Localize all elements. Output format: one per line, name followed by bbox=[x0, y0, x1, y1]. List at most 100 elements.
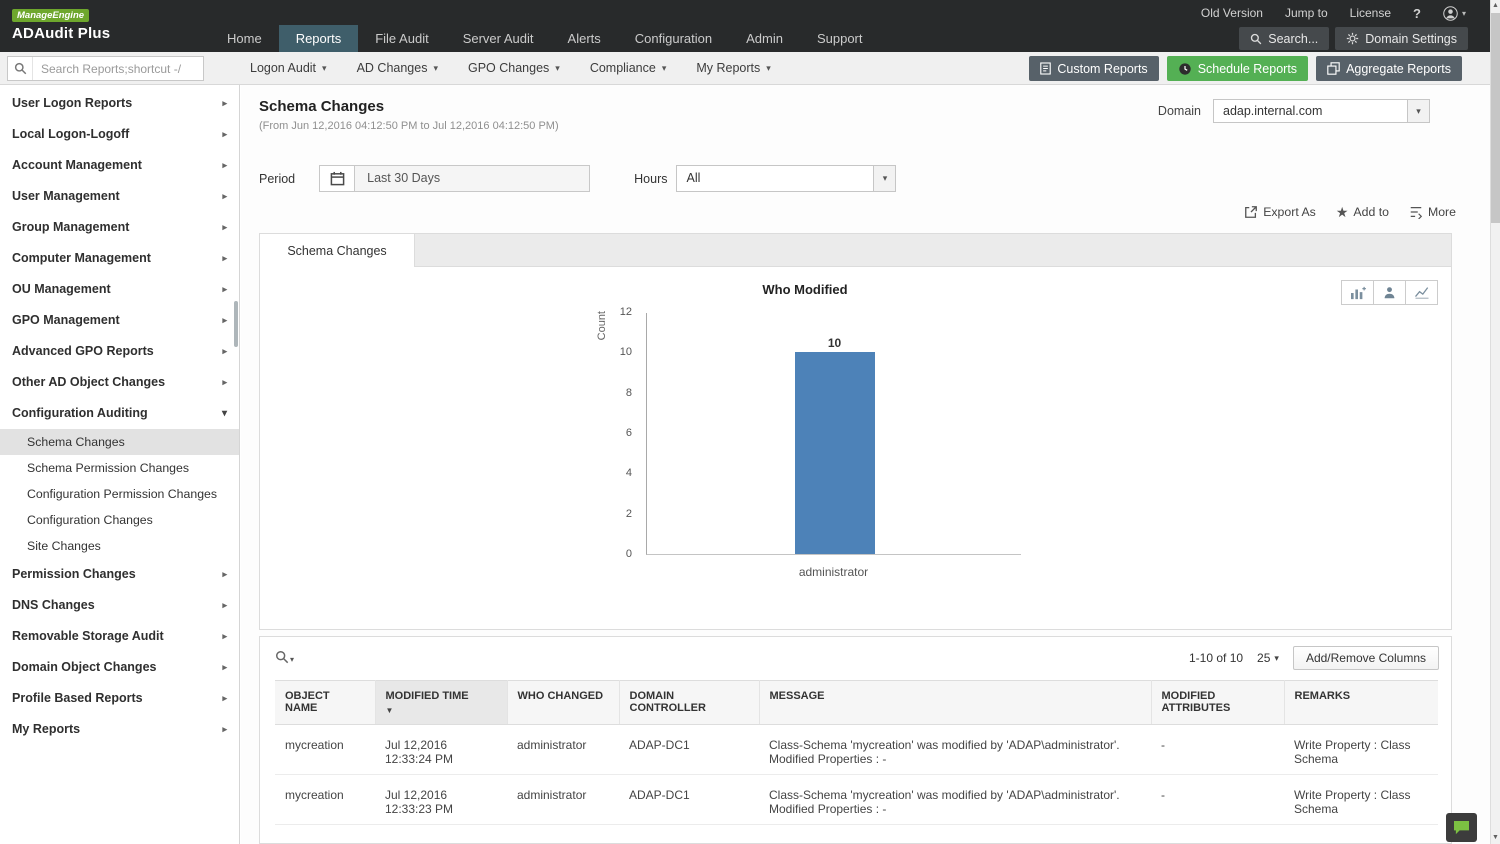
user-menu[interactable]: ▾ bbox=[1443, 6, 1466, 21]
search-icon[interactable] bbox=[8, 57, 33, 80]
chevron-right-icon: ▸ bbox=[222, 559, 227, 590]
table-row: mycreation Jul 12,2016 12:33:24 PM admin… bbox=[275, 725, 1438, 775]
sidebar-item-my-reports[interactable]: My Reports▸ bbox=[0, 714, 239, 745]
sidebar-item-other-ad-object-changes[interactable]: Other AD Object Changes▸ bbox=[0, 367, 239, 398]
chevron-down-icon: ▾ bbox=[433, 63, 438, 74]
menu-my-reports[interactable]: My Reports▾ bbox=[696, 61, 770, 75]
line-chart-toggle-button[interactable] bbox=[1405, 280, 1438, 305]
clock-icon bbox=[1178, 62, 1192, 76]
sidebar-subitem-schema-changes[interactable]: Schema Changes bbox=[0, 429, 239, 455]
sidebar-item-dns-changes[interactable]: DNS Changes▸ bbox=[0, 590, 239, 621]
column-header-object-name[interactable]: OBJECT NAME bbox=[275, 681, 375, 725]
nav-item-alerts[interactable]: Alerts bbox=[551, 25, 618, 52]
chart-y-tick: 0 bbox=[600, 548, 632, 560]
column-header-modified-time[interactable]: MODIFIED TIME▼ bbox=[375, 681, 507, 725]
chevron-right-icon: ▸ bbox=[222, 683, 227, 714]
table-search-button[interactable]: ▾ bbox=[275, 650, 294, 664]
sidebar-item-configuration-auditing[interactable]: Configuration Auditing▾ bbox=[0, 398, 239, 429]
export-as-button[interactable]: Export As bbox=[1244, 205, 1316, 219]
chevron-right-icon: ▸ bbox=[222, 590, 227, 621]
schedule-reports-button[interactable]: Schedule Reports bbox=[1167, 56, 1308, 81]
chevron-right-icon: ▸ bbox=[222, 212, 227, 243]
nav-item-support[interactable]: Support bbox=[800, 25, 880, 52]
page-title: Schema Changes bbox=[259, 98, 384, 115]
column-header-modified-attributes[interactable]: MODIFIED ATTRIBUTES bbox=[1151, 681, 1284, 725]
sidebar-item-ou-management[interactable]: OU Management▸ bbox=[0, 274, 239, 305]
menu-logon-audit[interactable]: Logon Audit▾ bbox=[250, 61, 327, 75]
sidebar-subitem-schema-permission-changes[interactable]: Schema Permission Changes bbox=[0, 455, 239, 481]
chat-widget-button[interactable] bbox=[1446, 813, 1477, 842]
main-nav: Home Reports File Audit Server Audit Ale… bbox=[210, 25, 880, 52]
aggregate-reports-button[interactable]: Aggregate Reports bbox=[1316, 56, 1462, 81]
menu-compliance[interactable]: Compliance▾ bbox=[590, 61, 667, 75]
old-version-link[interactable]: Old Version bbox=[1201, 6, 1263, 20]
sidebar-item-account-management[interactable]: Account Management▸ bbox=[0, 150, 239, 181]
nav-item-configuration[interactable]: Configuration bbox=[618, 25, 729, 52]
add-to-button[interactable]: ★ Add to bbox=[1336, 205, 1389, 219]
domain-settings-button[interactable]: Domain Settings bbox=[1335, 27, 1468, 50]
sidebar-item-computer-management[interactable]: Computer Management▸ bbox=[0, 243, 239, 274]
help-icon[interactable]: ? bbox=[1413, 6, 1421, 21]
scroll-up-arrow-icon[interactable]: ▲ bbox=[1491, 0, 1500, 12]
sidebar-subitem-configuration-permission-changes[interactable]: Configuration Permission Changes bbox=[0, 481, 239, 507]
sidebar-subitem-site-changes[interactable]: Site Changes bbox=[0, 533, 239, 559]
header-actions: Search... Domain Settings bbox=[1239, 27, 1468, 50]
column-header-message[interactable]: MESSAGE bbox=[759, 681, 1151, 725]
menu-gpo-changes[interactable]: GPO Changes▾ bbox=[468, 61, 560, 75]
menu-ad-changes[interactable]: AD Changes▾ bbox=[357, 61, 438, 75]
utility-bar: Old Version Jump to License ? ▾ bbox=[1201, 0, 1466, 26]
sidebar-item-group-management[interactable]: Group Management▸ bbox=[0, 212, 239, 243]
sidebar-item-domain-object-changes[interactable]: Domain Object Changes▸ bbox=[0, 652, 239, 683]
chart-tools bbox=[1342, 280, 1438, 305]
sidebar-item-profile-based-reports[interactable]: Profile Based Reports▸ bbox=[0, 683, 239, 714]
nav-item-server-audit[interactable]: Server Audit bbox=[446, 25, 551, 52]
report-search-box bbox=[7, 56, 204, 81]
chart-bar-value-label: 10 bbox=[795, 336, 875, 350]
period-input[interactable]: Last 30 Days bbox=[355, 165, 590, 192]
sidebar-item-advanced-gpo-reports[interactable]: Advanced GPO Reports▸ bbox=[0, 336, 239, 367]
search-button[interactable]: Search... bbox=[1239, 27, 1329, 50]
hours-select[interactable]: All ▾ bbox=[676, 165, 896, 192]
column-header-who-changed[interactable]: WHO CHANGED bbox=[507, 681, 619, 725]
chart-bar[interactable] bbox=[795, 352, 875, 554]
cell-modified-attributes: - bbox=[1151, 775, 1284, 825]
custom-reports-button[interactable]: Custom Reports bbox=[1029, 56, 1158, 81]
more-button[interactable]: More bbox=[1409, 205, 1456, 219]
scroll-down-arrow-icon[interactable]: ▼ bbox=[1491, 832, 1500, 844]
vertical-scrollbar[interactable]: ▲ ▼ bbox=[1490, 0, 1500, 844]
license-link[interactable]: License bbox=[1350, 6, 1391, 20]
sidebar-item-removable-storage-audit[interactable]: Removable Storage Audit▸ bbox=[0, 621, 239, 652]
sidebar-item-gpo-management[interactable]: GPO Management▸ bbox=[0, 305, 239, 336]
nav-item-file-audit[interactable]: File Audit bbox=[358, 25, 445, 52]
sidebar-item-permission-changes[interactable]: Permission Changes▸ bbox=[0, 559, 239, 590]
nav-item-admin[interactable]: Admin bbox=[729, 25, 800, 52]
sidebar-item-local-logon-logoff[interactable]: Local Logon-Logoff▸ bbox=[0, 119, 239, 150]
sidebar-subitem-configuration-changes[interactable]: Configuration Changes bbox=[0, 507, 239, 533]
nav-item-reports[interactable]: Reports bbox=[279, 25, 359, 52]
column-header-remarks[interactable]: REMARKS bbox=[1284, 681, 1438, 725]
scrollbar-thumb[interactable] bbox=[1491, 13, 1500, 223]
add-remove-columns-button[interactable]: Add/Remove Columns bbox=[1293, 646, 1439, 670]
chevron-down-icon: ▾ bbox=[322, 63, 327, 74]
nav-item-home[interactable]: Home bbox=[210, 25, 279, 52]
column-header-domain-controller[interactable]: DOMAIN CONTROLLER bbox=[619, 681, 759, 725]
tab-schema-changes[interactable]: Schema Changes bbox=[260, 234, 415, 267]
chevron-right-icon: ▸ bbox=[222, 181, 227, 212]
report-search-input[interactable] bbox=[33, 57, 203, 80]
page-size-select[interactable]: 25 ▾ bbox=[1257, 651, 1279, 665]
sidebar-item-user-logon-reports[interactable]: User Logon Reports▸ bbox=[0, 88, 239, 119]
user-icon bbox=[1443, 6, 1458, 21]
report-date-range: (From Jun 12,2016 04:12:50 PM to Jul 12,… bbox=[259, 120, 559, 132]
calendar-button[interactable] bbox=[319, 165, 355, 192]
gear-icon bbox=[1346, 32, 1359, 45]
jump-to-link[interactable]: Jump to bbox=[1285, 6, 1328, 20]
chevron-right-icon: ▸ bbox=[222, 274, 227, 305]
domain-select[interactable]: adap.internal.com ▾ bbox=[1213, 99, 1430, 123]
cell-modified-attributes: - bbox=[1151, 725, 1284, 775]
bar-chart-toggle-button[interactable] bbox=[1341, 280, 1374, 305]
sidebar-item-user-management[interactable]: User Management▸ bbox=[0, 181, 239, 212]
chevron-down-icon: ▾ bbox=[1407, 100, 1429, 122]
table-panel: ▾ 1-10 of 10 25 ▾ Add/Remove Columns bbox=[259, 636, 1452, 844]
user-report-button[interactable] bbox=[1373, 280, 1406, 305]
sidebar-scrollbar-thumb[interactable] bbox=[234, 301, 238, 347]
